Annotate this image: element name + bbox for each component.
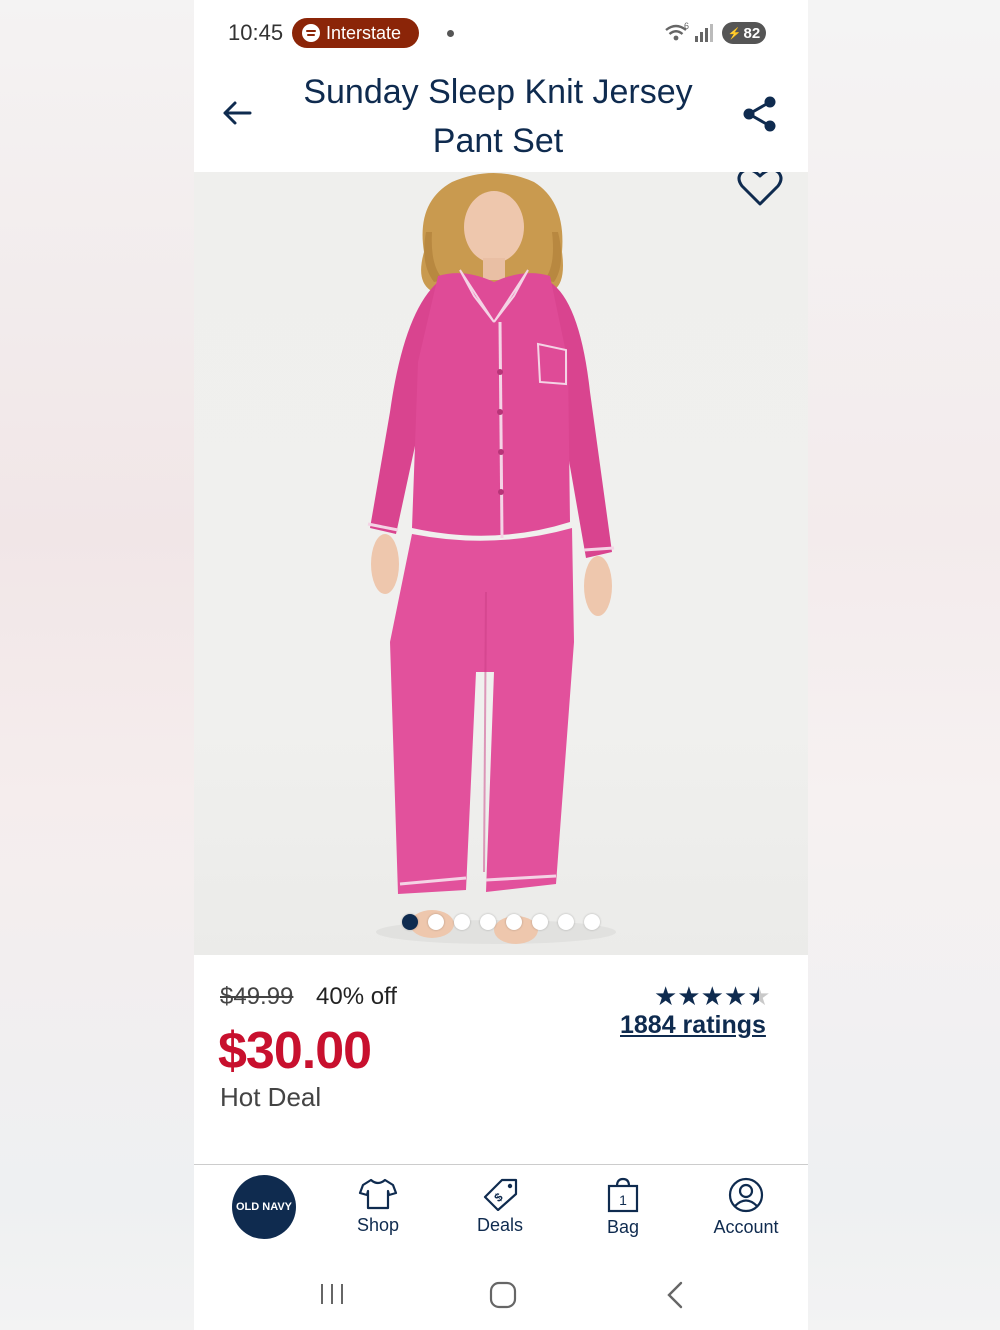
nav-shop-label: Shop: [356, 1215, 400, 1235]
carousel-dot[interactable]: [584, 914, 600, 930]
tshirt-icon: [358, 1178, 398, 1210]
product-image-carousel[interactable]: [194, 172, 808, 955]
nav-deals-label: Deals: [476, 1215, 524, 1235]
half-star-icon: ★: [747, 981, 771, 1011]
carousel-dot[interactable]: [532, 914, 548, 930]
bottom-nav: OLD NAVY Shop $ Deals 1 Bag Account: [194, 1164, 808, 1259]
favorite-heart-icon[interactable]: [734, 172, 786, 210]
nav-account-label: Account: [713, 1217, 779, 1237]
notification-dot: [447, 30, 454, 37]
network-type: 6: [684, 22, 689, 31]
recent-apps-icon[interactable]: [318, 1280, 346, 1308]
bag-count-badge: 1: [619, 1192, 627, 1208]
product-photo: [367, 173, 616, 944]
page-header: Sunday Sleep Knit Jersey Pant Set: [194, 64, 808, 173]
status-bar: 10:45 Interstate 6 ⚡ 82: [194, 0, 808, 64]
nav-shop[interactable]: Shop: [328, 1177, 428, 1236]
background-right: [808, 0, 1000, 1330]
phone-screen: 10:45 Interstate 6 ⚡ 82 Sunday Sleep Kni…: [194, 0, 808, 1330]
battery-charging-icon: ⚡: [727, 27, 742, 40]
price-tag-icon: $: [483, 1178, 518, 1211]
nav-bag[interactable]: 1 Bag: [573, 1177, 673, 1238]
carousel-dot[interactable]: [558, 914, 574, 930]
star-rating: ★★★★★: [654, 981, 771, 1012]
full-stars: ★★★★: [654, 981, 748, 1011]
original-price: $49.99: [220, 983, 294, 1010]
user-icon: [728, 1177, 764, 1213]
home-icon[interactable]: [488, 1280, 518, 1310]
svg-text:$: $: [491, 1190, 505, 1205]
spotify-icon: [302, 24, 320, 42]
old-navy-logo[interactable]: OLD NAVY: [232, 1175, 296, 1239]
discount-label: 40% off: [316, 983, 397, 1010]
sale-price: $30.00: [218, 1022, 372, 1080]
carousel-dot[interactable]: [506, 914, 522, 930]
background-left: [0, 0, 194, 1330]
status-time: 10:45: [228, 20, 284, 45]
shopping-bag-icon: 1: [607, 1177, 639, 1213]
carousel-dot[interactable]: [480, 914, 496, 930]
carousel-dot[interactable]: [402, 914, 418, 930]
system-back-icon[interactable]: [664, 1280, 686, 1310]
back-arrow-icon[interactable]: [220, 96, 254, 130]
battery-indicator: ⚡ 82: [722, 22, 766, 44]
signal-icon: [695, 24, 713, 42]
nav-account[interactable]: Account: [696, 1177, 796, 1238]
deal-label: Hot Deal: [220, 1082, 322, 1112]
carousel-dot[interactable]: [428, 914, 444, 930]
ratings-link[interactable]: 1884 ratings: [620, 1011, 766, 1040]
nav-bag-label: Bag: [606, 1217, 640, 1237]
carousel-dots: [194, 914, 808, 930]
now-playing-label: Interstate: [326, 22, 402, 43]
share-icon[interactable]: [740, 94, 780, 134]
wifi-icon: 6: [665, 22, 689, 41]
battery-level: 82: [743, 24, 761, 42]
carousel-dot[interactable]: [454, 914, 470, 930]
nav-deals[interactable]: $ Deals: [450, 1177, 550, 1236]
page-title: Sunday Sleep Knit Jersey Pant Set: [303, 73, 693, 160]
now-playing-pill[interactable]: Interstate: [292, 18, 420, 48]
price-section: $49.99 40% off $30.00 Hot Deal ★★★★★ 188…: [194, 955, 808, 1165]
system-navigation-bar: [194, 1258, 808, 1330]
